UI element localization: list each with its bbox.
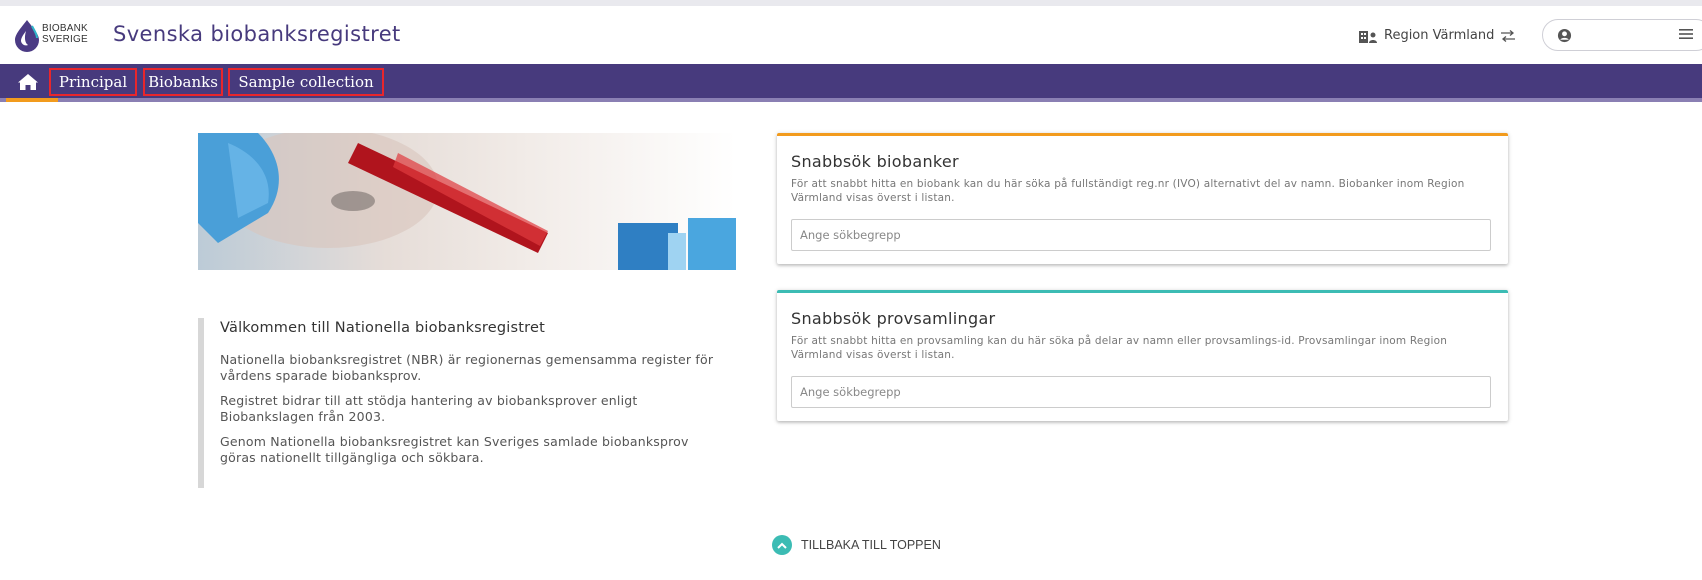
- search-collections-input[interactable]: [791, 376, 1491, 408]
- building-icon: [1359, 30, 1377, 43]
- hamburger-icon[interactable]: [1678, 26, 1694, 42]
- main-navigation: Principal Biobanks Sample collection: [0, 64, 1702, 102]
- welcome-paragraph-3: Genom Nationella biobanksregistret kan S…: [220, 434, 689, 465]
- chevron-up-circle-icon: [772, 535, 792, 555]
- nav-item-principal[interactable]: Principal: [49, 68, 137, 96]
- logo-text: BIOBANK SVERIGE: [42, 23, 88, 45]
- welcome-title: Välkommen till Nationella biobanksregist…: [220, 320, 546, 336]
- welcome-section: Välkommen till Nationella biobanksregist…: [198, 318, 728, 488]
- logo-line1: BIOBANK: [42, 23, 88, 34]
- region-switcher[interactable]: Region Värmland: [1358, 28, 1516, 43]
- welcome-paragraph-2: Registret bidrar till att stödja hanteri…: [220, 393, 638, 424]
- region-label: Region Värmland: [1384, 28, 1495, 43]
- nav-item-biobanks[interactable]: Biobanks: [143, 68, 223, 96]
- swap-arrows-icon: [1501, 29, 1516, 42]
- search-collections-description: För att snabbt hitta en provsamling kan …: [791, 335, 1448, 361]
- biobank-logo-icon[interactable]: [10, 18, 44, 52]
- search-biobanks-input[interactable]: [791, 219, 1491, 251]
- header: BIOBANK SVERIGE Svenska biobanksregistre…: [0, 6, 1702, 64]
- search-collections-title: Snabbsök provsamlingar: [791, 309, 996, 328]
- hero-illustration: [198, 133, 736, 270]
- search-biobanks-description: För att snabbt hitta en biobank kan du h…: [791, 178, 1465, 204]
- search-biobanks-card: Snabbsök biobanker För att snabbt hitta …: [777, 133, 1508, 264]
- welcome-paragraph-1: Nationella biobanksregistret (NBR) är re…: [220, 352, 714, 383]
- back-to-top-link[interactable]: TILLBAKA TILL TOPPEN: [772, 535, 941, 555]
- home-icon[interactable]: [17, 73, 39, 91]
- back-to-top-label: TILLBAKA TILL TOPPEN: [801, 538, 941, 552]
- hero-image: [198, 133, 736, 270]
- app-title: Svenska biobanksregistret: [113, 22, 401, 46]
- search-collections-card: Snabbsök provsamlingar För att snabbt hi…: [777, 290, 1508, 421]
- user-circle-icon: [1557, 28, 1572, 43]
- logo-line2: SVERIGE: [42, 34, 88, 45]
- nav-item-sample-collection[interactable]: Sample collection: [228, 68, 384, 96]
- nav-active-indicator: [6, 98, 58, 102]
- search-biobanks-title: Snabbsök biobanker: [791, 152, 959, 171]
